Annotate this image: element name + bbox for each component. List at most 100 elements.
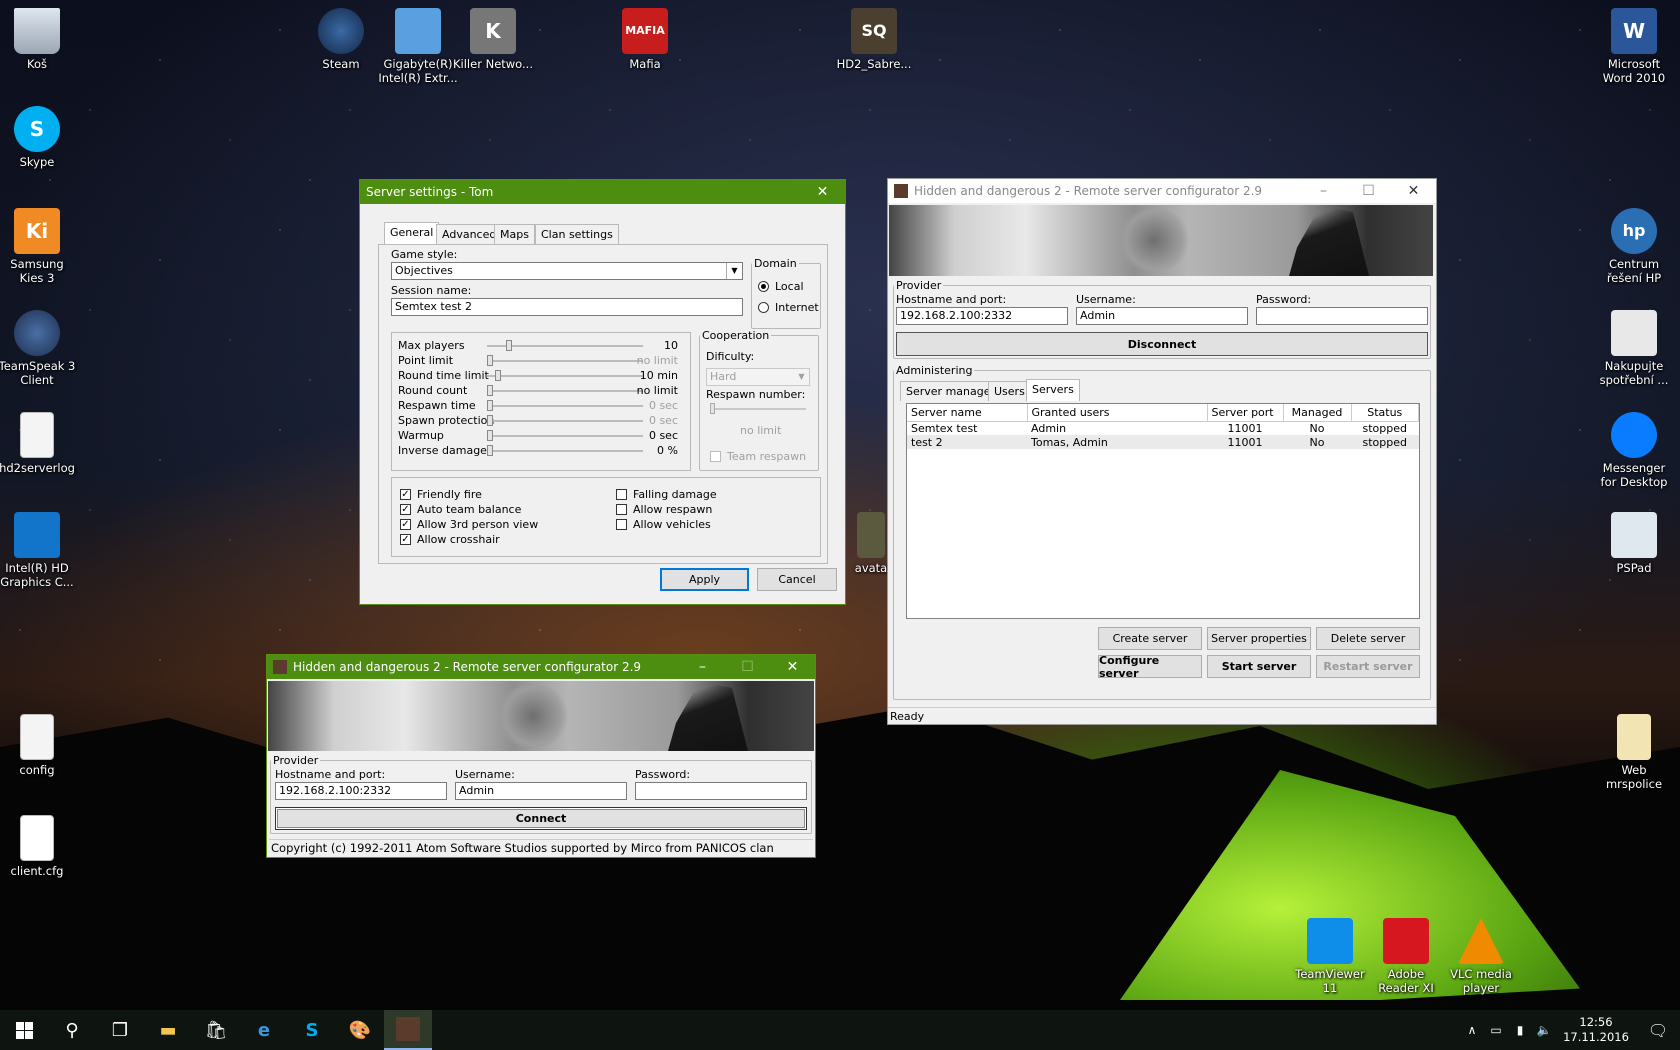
slider-thumb[interactable] bbox=[487, 415, 493, 426]
option-checkbox[interactable]: Falling damage bbox=[616, 488, 717, 501]
task-view-button[interactable]: ❐ bbox=[96, 1010, 144, 1050]
hostname-input[interactable]: 192.168.2.100:2332 bbox=[275, 782, 447, 800]
connect-button[interactable]: Connect bbox=[275, 807, 807, 830]
slider-thumb[interactable] bbox=[487, 400, 493, 411]
slider-track[interactable] bbox=[487, 450, 643, 452]
slider-thumb[interactable] bbox=[487, 385, 493, 396]
restart-server-button[interactable]: Restart server bbox=[1316, 655, 1420, 678]
option-checkbox[interactable]: Allow respawn bbox=[616, 503, 712, 516]
desktop-icon-config[interactable]: config bbox=[0, 714, 77, 777]
search-button[interactable]: ⚲ bbox=[48, 1010, 96, 1050]
desktop-icon-avatar[interactable]: avata bbox=[854, 512, 888, 575]
difficulty-select[interactable]: Hard ▼ bbox=[706, 368, 810, 386]
taskbar-store[interactable]: 🛍 bbox=[192, 1010, 240, 1050]
tab-advanced[interactable]: Advanced bbox=[436, 224, 503, 244]
chevron-down-icon[interactable]: ▼ bbox=[726, 263, 742, 279]
session-name-input[interactable]: Semtex test 2 bbox=[391, 298, 743, 316]
desktop-icon-hd2serverlog[interactable]: hd2serverlog bbox=[0, 412, 77, 475]
desktop-icon-hp-shop[interactable]: Nakupujte spotřební ... bbox=[1594, 310, 1674, 387]
desktop-icon-vlc[interactable]: VLC media player bbox=[1441, 918, 1521, 995]
configure-server-button[interactable]: Configure server bbox=[1098, 654, 1202, 680]
configurator-main-titlebar[interactable]: Hidden and dangerous 2 - Remote server c… bbox=[888, 179, 1436, 203]
domain-internet-radio[interactable]: Internet bbox=[758, 301, 819, 314]
tab-general[interactable]: General bbox=[384, 222, 440, 244]
password-input[interactable] bbox=[1256, 307, 1428, 325]
slider-track[interactable] bbox=[487, 420, 643, 422]
desktop-icon-word[interactable]: W Microsoft Word 2010 bbox=[1594, 8, 1674, 85]
desktop-icon-gigabyte[interactable]: Gigabyte(R) Intel(R) Extr... bbox=[378, 8, 458, 85]
create-server-button[interactable]: Create server bbox=[1098, 627, 1202, 650]
start-server-button[interactable]: Start server bbox=[1207, 655, 1311, 678]
slider-thumb[interactable] bbox=[487, 445, 493, 456]
desktop-icon-web-folder[interactable]: Web mrspolice bbox=[1594, 714, 1674, 791]
slider-thumb[interactable] bbox=[487, 355, 493, 366]
team-respawn-checkbox[interactable]: Team respawn bbox=[710, 450, 806, 463]
table-row[interactable]: Semtex test Admin 11001 No stopped bbox=[907, 421, 1419, 435]
close-icon[interactable]: ✕ bbox=[1391, 179, 1436, 203]
servers-list[interactable]: Server name Granted users Server port Ma… bbox=[906, 403, 1420, 619]
password-input[interactable] bbox=[635, 782, 807, 800]
action-center-icon[interactable]: 🗨 bbox=[1636, 1010, 1680, 1050]
disconnect-button[interactable]: Disconnect bbox=[896, 332, 1428, 356]
tab-server-manager[interactable]: Server manager bbox=[900, 381, 1002, 401]
tab-maps[interactable]: Maps bbox=[494, 224, 535, 244]
slider-thumb[interactable] bbox=[487, 430, 493, 441]
option-checkbox[interactable]: ✓ Auto team balance bbox=[400, 503, 521, 516]
column-header-server-port[interactable]: Server port bbox=[1207, 404, 1284, 422]
slider-thumb[interactable] bbox=[710, 403, 715, 414]
desktop-icon-skype[interactable]: S Skype bbox=[0, 106, 77, 169]
slider-track[interactable] bbox=[487, 435, 643, 437]
slider-track[interactable] bbox=[487, 360, 643, 362]
desktop-icon-intel[interactable]: Intel(R) HD Graphics C... bbox=[0, 512, 77, 589]
desktop-icon-killer[interactable]: K Killer Netwo... bbox=[453, 8, 533, 71]
column-header-granted-users[interactable]: Granted users bbox=[1027, 404, 1208, 422]
respawn-number-slider[interactable] bbox=[710, 408, 806, 410]
delete-server-button[interactable]: Delete server bbox=[1316, 627, 1420, 650]
slider-track[interactable] bbox=[487, 405, 643, 407]
close-icon[interactable]: ✕ bbox=[770, 655, 815, 679]
desktop-icon-client-cfg[interactable]: client.cfg bbox=[0, 815, 77, 878]
slider-thumb[interactable] bbox=[505, 340, 512, 351]
slider-track[interactable] bbox=[487, 375, 643, 377]
tray-overflow-chevron-up-icon[interactable]: ∧ bbox=[1460, 1010, 1484, 1050]
desktop-icon-teamspeak[interactable]: TeamSpeak 3 Client bbox=[0, 310, 77, 387]
taskbar-skype[interactable]: S bbox=[288, 1010, 336, 1050]
column-header-managed[interactable]: Managed bbox=[1283, 404, 1352, 422]
network-icon[interactable]: ▭ bbox=[1484, 1010, 1508, 1050]
username-input[interactable]: Admin bbox=[1076, 307, 1248, 325]
desktop-icon-teamviewer[interactable]: TeamViewer 11 bbox=[1290, 918, 1370, 995]
desktop-icon-recycle-bin[interactable]: Koš bbox=[0, 8, 77, 71]
clock[interactable]: 12:56 17.11.2016 bbox=[1556, 1015, 1636, 1045]
game-style-select[interactable]: Objectives ▼ bbox=[391, 262, 743, 280]
domain-local-radio[interactable]: Local bbox=[758, 280, 804, 293]
username-input[interactable]: Admin bbox=[455, 782, 627, 800]
hostname-input[interactable]: 192.168.2.100:2332 bbox=[896, 307, 1068, 325]
apply-button[interactable]: Apply bbox=[660, 568, 749, 591]
option-checkbox[interactable]: ✓ Allow crosshair bbox=[400, 533, 500, 546]
tab-clan-settings[interactable]: Clan settings bbox=[535, 224, 619, 244]
slider-track[interactable] bbox=[487, 390, 643, 392]
desktop-icon-samsung-kies[interactable]: Ki Samsung Kies 3 bbox=[0, 208, 77, 285]
option-checkbox[interactable]: ✓ Friendly fire bbox=[400, 488, 482, 501]
taskbar-hd2-configurator[interactable] bbox=[384, 1010, 432, 1050]
slider-thumb[interactable] bbox=[494, 370, 501, 381]
maximize-icon[interactable]: ☐ bbox=[1346, 179, 1391, 203]
server-properties-button[interactable]: Server properties bbox=[1207, 627, 1311, 650]
desktop-icon-messenger[interactable]: Messenger for Desktop bbox=[1594, 412, 1674, 489]
taskbar-file-explorer[interactable]: ▬ bbox=[144, 1010, 192, 1050]
maximize-icon[interactable]: ☐ bbox=[725, 655, 770, 679]
desktop-icon-steam[interactable]: Steam bbox=[301, 8, 381, 71]
tab-users[interactable]: Users bbox=[988, 381, 1031, 401]
column-header-status[interactable]: Status bbox=[1351, 404, 1419, 422]
option-checkbox[interactable]: Allow vehicles bbox=[616, 518, 711, 531]
battery-icon[interactable]: ▮ bbox=[1508, 1010, 1532, 1050]
desktop-icon-hd2-sabre[interactable]: SQ HD2_Sabre... bbox=[834, 8, 914, 71]
table-row[interactable]: test 2 Tomas, Admin 11001 No stopped bbox=[907, 435, 1419, 449]
tab-servers[interactable]: Servers bbox=[1026, 379, 1080, 401]
desktop-icon-pspad[interactable]: PSPad bbox=[1594, 512, 1674, 575]
minimize-icon[interactable]: – bbox=[680, 655, 725, 679]
configurator-small-titlebar[interactable]: Hidden and dangerous 2 - Remote server c… bbox=[267, 655, 815, 679]
taskbar-paint[interactable]: 🎨 bbox=[336, 1010, 384, 1050]
cancel-button[interactable]: Cancel bbox=[757, 568, 837, 591]
desktop-icon-mafia[interactable]: MAFIA Mafia bbox=[605, 8, 685, 71]
